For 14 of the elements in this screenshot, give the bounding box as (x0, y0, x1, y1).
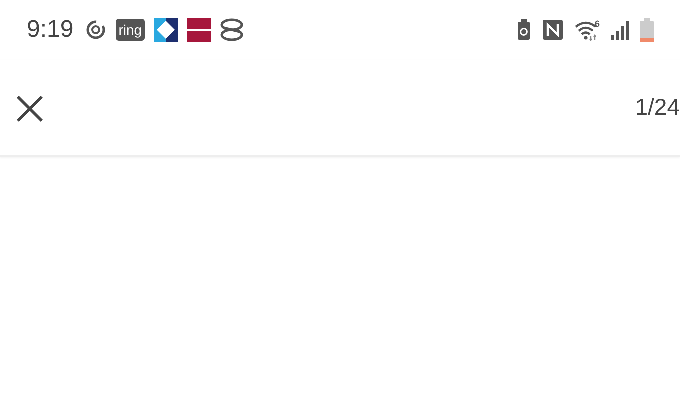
clock-time: 9:19 (27, 16, 74, 44)
battery-icon (640, 18, 654, 42)
wifi-icon (574, 19, 598, 41)
close-button[interactable] (16, 94, 44, 122)
close-icon (16, 94, 44, 122)
battery-saver-icon (516, 19, 532, 41)
wifi-standard-label: 6 (594, 19, 600, 29)
app-logo: ring (116, 19, 146, 41)
flag-icon (187, 18, 212, 42)
page-counter: 1/24 (635, 94, 680, 121)
sync-icon (84, 19, 107, 41)
nfc-icon (542, 19, 564, 41)
diamond-logo-icon (154, 18, 178, 42)
signal-icon (610, 20, 630, 40)
